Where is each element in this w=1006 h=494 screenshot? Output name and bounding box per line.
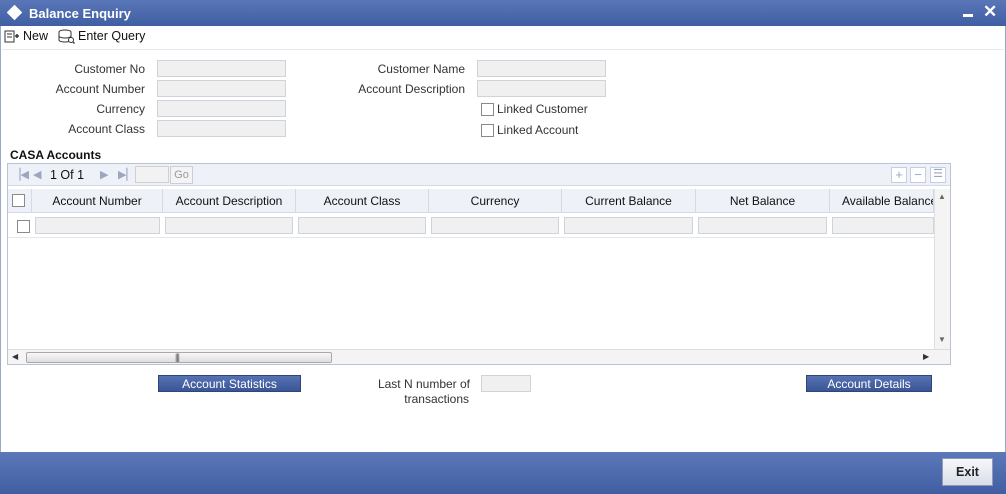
previous-page-icon[interactable]: ◀ — [33, 168, 41, 181]
page-indicator: 1 Of 1 — [50, 168, 85, 182]
horizontal-scroll-thumb[interactable]: ||| — [26, 352, 332, 363]
cell-account-number[interactable] — [35, 217, 160, 234]
linked-customer-label: Linked Customer — [497, 102, 588, 116]
col-current-balance[interactable]: Current Balance — [562, 189, 696, 213]
col-account-number[interactable]: Account Number — [32, 189, 163, 213]
currency-label: Currency — [96, 102, 145, 116]
col-available-balance[interactable]: Available Balance — [830, 189, 934, 213]
scroll-up-icon[interactable]: ▲ — [938, 192, 946, 201]
title-bar: Balance Enquiry ✕ — [0, 0, 1006, 26]
go-button[interactable]: Go — [170, 166, 193, 184]
query-database-icon — [58, 29, 75, 45]
account-description-label: Account Description — [358, 82, 465, 96]
cell-account-description[interactable] — [165, 217, 293, 234]
close-icon[interactable]: ✕ — [983, 2, 997, 22]
cell-net-balance[interactable] — [698, 217, 827, 234]
grid-pager: ▕◀ ◀ 1 Of 1 ▶ ▶▏ Go + − ☰ — [8, 164, 950, 186]
account-statistics-button[interactable]: Account Statistics — [158, 375, 301, 392]
account-number-field[interactable] — [157, 80, 286, 97]
add-row-icon[interactable]: + — [891, 167, 907, 183]
delete-row-icon[interactable]: − — [910, 167, 926, 183]
row-checkbox[interactable] — [17, 220, 30, 233]
first-page-icon[interactable]: ▕◀ — [12, 168, 29, 181]
currency-field[interactable] — [157, 100, 286, 117]
vertical-scrollbar[interactable]: ▲ ▼ — [934, 189, 950, 349]
last-n-transactions-label-line2: transactions — [404, 392, 469, 406]
toolbar: New Enter Query — [0, 26, 1006, 48]
account-number-label: Account Number — [55, 82, 145, 96]
linked-account-checkbox[interactable] — [481, 124, 494, 137]
new-button[interactable]: New — [4, 28, 48, 46]
minimize-icon[interactable] — [963, 14, 973, 17]
col-account-class[interactable]: Account Class — [296, 189, 429, 213]
footer-bar — [0, 452, 1006, 494]
enter-query-button[interactable]: Enter Query — [58, 28, 145, 46]
table-row — [8, 214, 934, 238]
last-n-transactions-label-line1: Last N number of — [377, 377, 470, 391]
last-page-icon[interactable]: ▶▏ — [118, 168, 135, 181]
col-currency[interactable]: Currency — [429, 189, 562, 213]
exit-button[interactable]: Exit — [942, 458, 993, 486]
new-button-label: New — [23, 29, 49, 43]
list-view-icon[interactable]: ☰ — [930, 167, 946, 183]
col-net-balance[interactable]: Net Balance — [696, 189, 830, 213]
scroll-right-icon[interactable]: ▶ — [923, 352, 929, 361]
customer-no-field[interactable] — [157, 60, 286, 77]
cell-available-balance[interactable] — [832, 217, 934, 234]
customer-name-field[interactable] — [477, 60, 606, 77]
casa-accounts-title: CASA Accounts — [10, 148, 102, 162]
scroll-left-icon[interactable]: ◀ — [12, 352, 18, 361]
cell-current-balance[interactable] — [564, 217, 693, 234]
casa-accounts-grid: ▕◀ ◀ 1 Of 1 ▶ ▶▏ Go + − ☰ Account Number… — [7, 163, 951, 365]
account-class-field[interactable] — [157, 120, 286, 137]
window-diamond-icon — [6, 4, 23, 21]
enter-query-button-label: Enter Query — [78, 29, 146, 43]
cell-account-class[interactable] — [298, 217, 426, 234]
next-page-icon[interactable]: ▶ — [100, 168, 108, 181]
account-class-label: Account Class — [68, 122, 145, 136]
scroll-grip-icon: ||| — [175, 352, 180, 362]
cell-currency[interactable] — [431, 217, 559, 234]
linked-account-label: Linked Account — [497, 123, 579, 137]
account-details-button[interactable]: Account Details — [806, 375, 932, 392]
grid-header: Account Number Account Description Accou… — [8, 189, 934, 213]
page-number-input[interactable] — [135, 166, 169, 183]
toolbar-divider — [2, 49, 1004, 50]
window-title: Balance Enquiry — [29, 6, 131, 21]
horizontal-scrollbar[interactable]: ◀ ||| ▶ — [8, 349, 950, 364]
linked-customer-checkbox[interactable] — [481, 103, 494, 116]
scroll-down-icon[interactable]: ▼ — [938, 335, 946, 344]
customer-name-label: Customer Name — [377, 62, 465, 76]
select-all-cell — [8, 189, 32, 213]
customer-no-label: Customer No — [74, 62, 145, 76]
new-document-icon — [4, 30, 19, 43]
col-account-description[interactable]: Account Description — [163, 189, 296, 213]
select-all-checkbox[interactable] — [12, 194, 25, 207]
account-description-field[interactable] — [477, 80, 606, 97]
last-n-transactions-field[interactable] — [481, 375, 531, 392]
